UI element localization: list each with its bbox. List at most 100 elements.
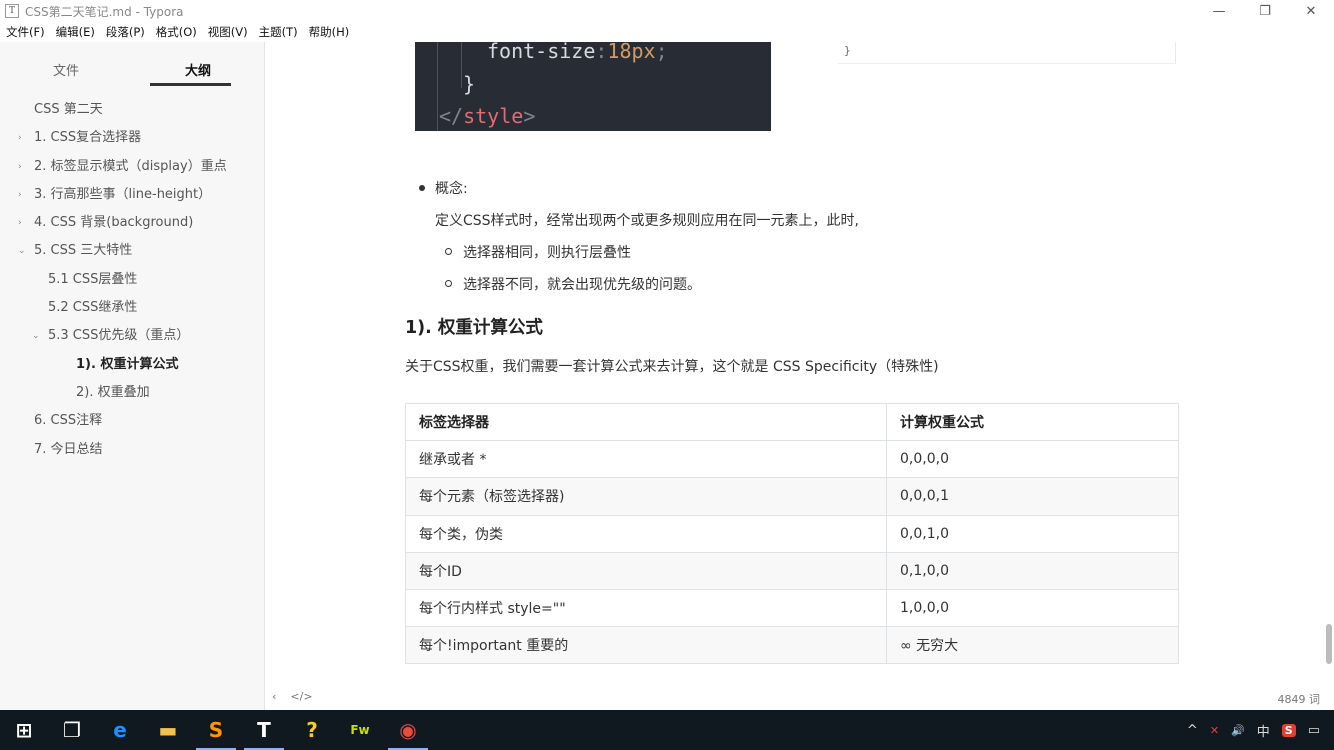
outline-item-label: 5.3 CSS优先级（重点） xyxy=(48,328,190,344)
menu-view[interactable]: 视图(V) xyxy=(202,24,253,40)
chevron-right-icon[interactable]: › xyxy=(18,124,22,152)
code-tag-name: style xyxy=(463,104,524,128)
menu-file[interactable]: 文件(F) xyxy=(0,24,50,40)
code-tag-close: > xyxy=(523,104,536,128)
chevron-right-icon[interactable]: › xyxy=(18,153,22,181)
outline-item-label: CSS 第二天 xyxy=(34,102,103,117)
typora-taskbar-button[interactable]: T xyxy=(240,710,288,750)
indent-guide xyxy=(437,42,438,131)
outline-item[interactable]: 2). 权重叠加 xyxy=(0,379,264,407)
chrome-taskbar-button[interactable]: ◉ xyxy=(384,710,432,750)
help-icon: ? xyxy=(306,718,318,742)
menu-help[interactable]: 帮助(H) xyxy=(303,24,355,40)
window-title: CSS第二天笔记.md - Typora xyxy=(25,4,184,19)
table-row: 继承或者 * 0,0,0,0 xyxy=(405,440,1179,479)
vertical-scrollbar[interactable] xyxy=(1324,42,1334,710)
outline-item[interactable]: 5.1 CSS层叠性 xyxy=(0,266,264,294)
task-view-icon: ❐ xyxy=(63,718,81,742)
concept-text: 定义CSS样式时，经常出现两个或更多规则应用在同一元素上，此时, xyxy=(435,213,859,229)
windows-start-taskbar-button[interactable]: ⊞ xyxy=(0,710,48,750)
network-icon[interactable]: ✕ xyxy=(1210,724,1219,737)
outline-item[interactable]: › 1. CSS复合选择器 xyxy=(0,124,264,152)
sub-item-different-selector: 选择器不同，就会出现优先级的问题。 xyxy=(463,277,701,293)
outline-item[interactable]: CSS 第二天 xyxy=(0,96,264,124)
sub-item-same-selector: 选择器相同，则执行层叠性 xyxy=(463,245,631,261)
sublime-taskbar-button[interactable]: S xyxy=(192,710,240,750)
tab-files[interactable]: 文件 xyxy=(0,42,132,88)
sogou-icon[interactable]: S xyxy=(1281,723,1296,737)
outline-item[interactable]: 6. CSS注释 xyxy=(0,407,264,435)
task-view-taskbar-button[interactable]: ❐ xyxy=(48,710,96,750)
tray-chevron-icon[interactable]: ^ xyxy=(1187,723,1198,738)
outline-item[interactable]: › 2. 标签显示模式（display）重点 xyxy=(0,153,264,181)
code-line-brace: } xyxy=(463,72,476,96)
code-colon: : xyxy=(595,42,608,63)
restore-button[interactable]: ❐ xyxy=(1242,0,1288,22)
table-cell: 0,0,1,0 xyxy=(886,514,1179,553)
table-cell: ∞ 无穷大 xyxy=(886,626,1179,665)
code-snippet-right: } xyxy=(838,42,1176,64)
sidebar: 文件 大纲 CSS 第二天 › 1. CSS复合选择器 › 2. 标签显示模式（disp… xyxy=(0,42,265,710)
ime-indicator[interactable]: 中 xyxy=(1257,721,1270,740)
table-cell: 继承或者 * xyxy=(405,440,887,479)
menu-bar: 文件(F) 编辑(E) 段落(P) 格式(O) 视图(V) 主题(T) 帮助(H… xyxy=(0,22,1334,42)
outline-item-label: 4. CSS 背景(background) xyxy=(34,215,194,231)
typora-icon: T xyxy=(257,718,271,742)
windows-taskbar: ⊞ ❐ e ▬ S T? Fw ◉ ^ ✕ 🔊 中 S ▭ xyxy=(0,710,1334,750)
table-cell: 0,0,0,1 xyxy=(886,477,1179,516)
table-cell: 每个ID xyxy=(405,551,887,590)
fireworks-icon: Fw xyxy=(350,723,370,737)
help-taskbar-button[interactable]: ? xyxy=(288,710,336,750)
notifications-icon[interactable]: ▭ xyxy=(1308,723,1320,738)
chevron-down-icon[interactable]: ⌄ xyxy=(18,237,26,265)
table-row: 每个元素（标签选择器) 0,0,0,1 xyxy=(405,477,1179,516)
close-button[interactable]: ✕ xyxy=(1288,0,1334,22)
outline-item-label: 2. 标签显示模式（display）重点 xyxy=(34,158,227,174)
fireworks-taskbar-button[interactable]: Fw xyxy=(336,710,384,750)
table-row: 每个行内样式 style="" 1,0,0,0 xyxy=(405,588,1179,628)
source-mode-button[interactable]: </> xyxy=(290,690,312,703)
chevron-right-icon[interactable]: › xyxy=(18,181,22,209)
outline-item[interactable]: › 4. CSS 背景(background) xyxy=(0,209,264,237)
code-line-font-size: font-size:18px; xyxy=(487,42,668,63)
minimize-button[interactable]: — xyxy=(1196,0,1242,22)
file-explorer-taskbar-button[interactable]: ▬ xyxy=(144,710,192,750)
toggle-sidebar-button[interactable]: ‹ xyxy=(272,690,276,703)
bullet-dot xyxy=(419,185,425,191)
outline-item[interactable]: ⌄ 5.3 CSS优先级（重点） xyxy=(0,322,264,350)
table-cell: 每个行内样式 style="" xyxy=(405,588,887,628)
section-heading: 1). 权重计算公式 xyxy=(405,318,543,338)
title-bar: T CSS第二天笔记.md - Typora — ❐ ✕ xyxy=(0,0,1334,22)
outline-item[interactable]: › 3. 行高那些事（line-height） xyxy=(0,181,264,209)
outline-item[interactable]: 5.2 CSS继承性 xyxy=(0,294,264,322)
code-property: font-size xyxy=(487,42,596,63)
chrome-icon: ◉ xyxy=(399,718,417,742)
editor-content[interactable]: font-size:18px; } </style> } 概念: 定义CSS样式… xyxy=(266,42,1324,688)
outline-item-label: 1). 权重计算公式 xyxy=(76,356,179,372)
specificity-table: 标签选择器 计算权重公式 继承或者 * 0,0,0,0 每个元素（标签选择器) … xyxy=(405,402,1179,665)
outline-item-label: 5.1 CSS层叠性 xyxy=(48,271,138,287)
table-header-row: 标签选择器 计算权重公式 xyxy=(405,402,1179,442)
outline-item[interactable]: 7. 今日总结 xyxy=(0,436,264,464)
table-cell: 每个类，伪类 xyxy=(405,514,887,553)
word-count: 4849 词 xyxy=(1277,693,1321,706)
menu-edit[interactable]: 编辑(E) xyxy=(50,24,100,40)
specificity-paragraph: 关于CSS权重，我们需要一套计算公式来去计算，这个就是 CSS Specific… xyxy=(405,359,939,375)
scrollbar-thumb[interactable] xyxy=(1326,624,1332,664)
edge-taskbar-button[interactable]: e xyxy=(96,710,144,750)
table-row: 每个类，伪类 0,0,1,0 xyxy=(405,514,1179,553)
table-cell: 0,1,0,0 xyxy=(886,551,1179,590)
menu-theme[interactable]: 主题(T) xyxy=(253,24,303,40)
menu-format[interactable]: 格式(O) xyxy=(150,24,202,40)
chevron-right-icon[interactable]: › xyxy=(18,209,22,237)
file-explorer-icon: ▬ xyxy=(158,718,178,742)
chevron-down-icon[interactable]: ⌄ xyxy=(32,322,40,350)
code-block[interactable]: font-size:18px; } </style> xyxy=(415,42,771,131)
volume-icon[interactable]: 🔊 xyxy=(1231,724,1245,737)
outline-item-label: 3. 行高那些事（line-height） xyxy=(34,186,212,202)
outline-item[interactable]: 1). 权重计算公式 xyxy=(0,351,264,379)
menu-paragraph[interactable]: 段落(P) xyxy=(100,24,150,40)
outline-item[interactable]: ⌄ 5. CSS 三大特性 xyxy=(0,237,264,265)
tab-outline[interactable]: 大纲 xyxy=(132,42,264,88)
sub-bullet-circle xyxy=(445,280,452,287)
